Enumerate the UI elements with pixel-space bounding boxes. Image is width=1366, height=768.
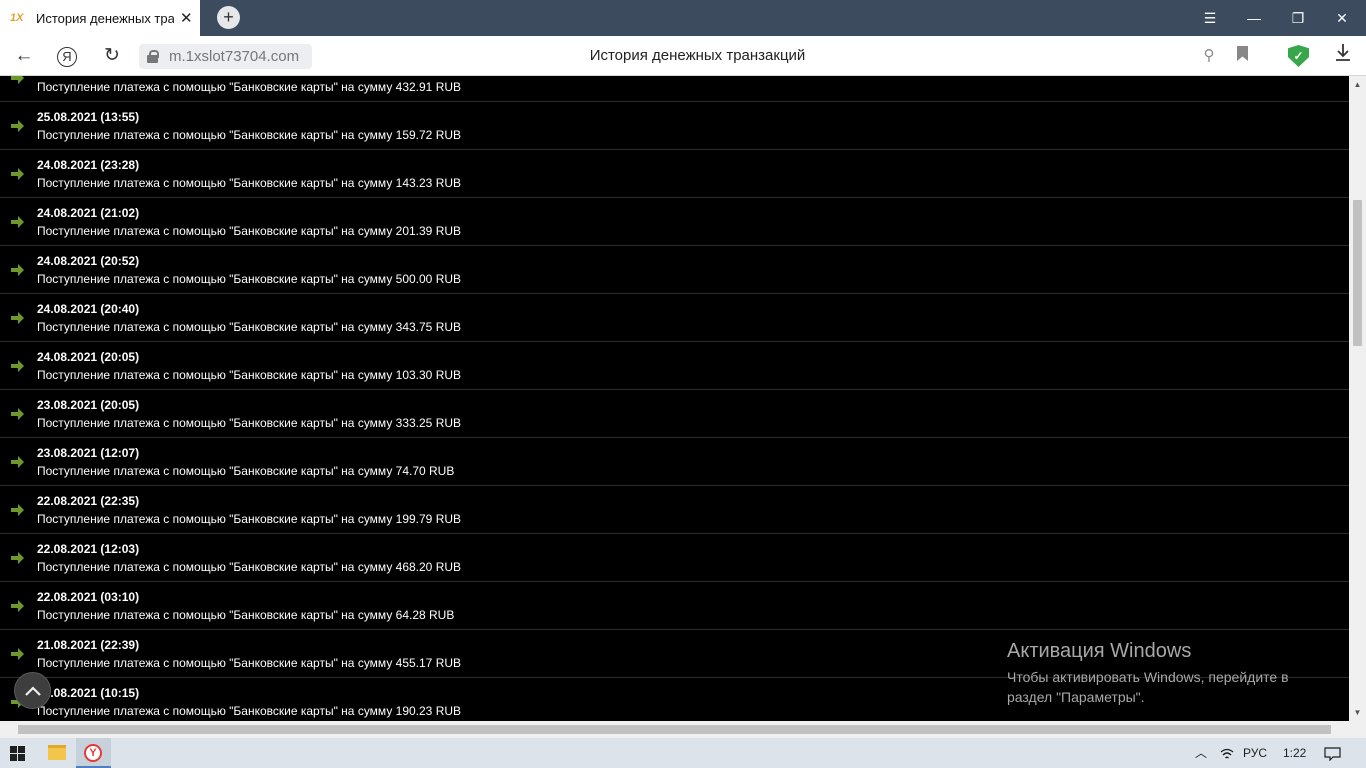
transaction-description: Поступление платежа с помощью "Банковски… (37, 320, 462, 334)
vertical-scrollbar[interactable]: ▲ ▼ (1349, 76, 1366, 721)
transaction-description: Поступление платежа с помощью "Банковски… (37, 512, 462, 526)
url-text: m.1xslot73704.com (169, 48, 300, 65)
arrow-right-icon (11, 312, 24, 324)
restore-button[interactable]: ❐ (1276, 0, 1320, 36)
tab-close-icon[interactable]: ✕ (180, 9, 193, 27)
arrow-right-icon (11, 552, 24, 564)
arrow-right-icon (11, 264, 24, 276)
watermark-line-2: раздел "Параметры". (1007, 689, 1145, 705)
downloads-icon[interactable] (1331, 44, 1355, 68)
clock[interactable]: 1:22 (1283, 738, 1306, 768)
transaction-date: 24.08.2021 (20:40) (37, 302, 140, 316)
scroll-up-arrow-icon[interactable]: ▲ (1349, 76, 1366, 93)
transaction-row: 22.08.2021 (03:10) Поступление платежа с … (0, 582, 1349, 630)
transaction-description: Поступление платежа с помощью "Банковски… (37, 176, 462, 190)
arrow-right-icon (11, 216, 24, 228)
transaction-date: 22.08.2021 (03:10) (37, 590, 140, 604)
arrow-right-icon (11, 76, 24, 84)
taskbar: Y ︿ РУС 1:22 (0, 738, 1366, 768)
yandex-browser-icon: Y (84, 744, 102, 762)
transaction-date: 24.08.2021 (20:52) (37, 254, 140, 268)
arrow-right-icon (11, 408, 24, 420)
taskbar-yandex-browser[interactable]: Y (76, 738, 111, 768)
transaction-description: Поступление платежа с помощью "Банковски… (37, 224, 462, 238)
transaction-row: 23.08.2021 (20:05) Поступление платежа с … (0, 390, 1349, 438)
site-favicon-icon: 1X (10, 12, 24, 24)
transaction-row: 25.08.2021 (19:01)Поступление платежа с … (0, 76, 1349, 102)
transaction-description: Поступление платежа с помощью "Банковски… (37, 464, 455, 478)
transaction-date: 24.08.2021 (23:28) (37, 158, 140, 172)
notifications-icon[interactable] (1324, 738, 1341, 768)
arrow-right-icon (11, 600, 24, 612)
transaction-description: Поступление платежа с помощью "Банковски… (37, 272, 462, 286)
transaction-row: 22.08.2021 (22:35) Поступление платежа с … (0, 486, 1349, 534)
watermark-title: Активация Windows (1007, 640, 1192, 662)
transaction-row: 24.08.2021 (20:05) Поступление платежа с … (0, 342, 1349, 390)
transaction-date: 21.08.2021 (22:39) (37, 638, 140, 652)
transaction-date: 24.08.2021 (21:02) (37, 206, 140, 220)
transaction-date: 23.08.2021 (12:07) (37, 446, 140, 460)
language-indicator[interactable]: РУС (1243, 738, 1267, 768)
back-button[interactable]: ← (12, 44, 36, 68)
reload-button[interactable]: ↻ (100, 44, 124, 68)
transaction-description: Поступление платежа с помощью "Банковски… (37, 80, 462, 94)
transaction-description: Поступление платежа с помощью "Банковски… (37, 416, 462, 430)
arrow-right-icon (11, 168, 24, 180)
transaction-description: Поступление платежа с помощью "Банковски… (37, 704, 462, 718)
page-title: История денежных транзакций (589, 47, 806, 64)
arrow-right-icon (11, 504, 24, 516)
transaction-description: Поступление платежа с помощью "Банковски… (37, 560, 462, 574)
network-icon[interactable] (1220, 738, 1234, 768)
tab-strip: 1X История денежных тра ✕ + ☰ — ❐ ✕ (0, 0, 1366, 36)
url-field[interactable]: m.1xslot73704.com (139, 44, 312, 69)
transaction-description: Поступление платежа с помощью "Банковски… (37, 368, 462, 382)
bookmark-icon[interactable] (1230, 44, 1254, 68)
transaction-description: Поступление платежа с помощью "Банковски… (37, 608, 455, 622)
close-window-button[interactable]: ✕ (1320, 0, 1364, 36)
scroll-down-arrow-icon[interactable]: ▼ (1349, 704, 1366, 721)
transaction-list: 25.08.2021 (19:01)Поступление платежа с … (0, 76, 1349, 721)
minimize-button[interactable]: — (1232, 0, 1276, 36)
transaction-row: 22.08.2021 (12:03) Поступление платежа с … (0, 534, 1349, 582)
browser-menu-icon[interactable]: ☰ (1188, 0, 1232, 36)
protect-shield-icon[interactable]: ✓ (1288, 45, 1309, 67)
arrow-right-icon (11, 648, 24, 660)
transaction-date: 22.08.2021 (12:03) (37, 542, 140, 556)
transaction-date: 24.08.2021 (20:05) (37, 350, 140, 364)
arrow-right-icon (11, 456, 24, 468)
transaction-row: 24.08.2021 (23:28) Поступление платежа с … (0, 150, 1349, 198)
search-icon[interactable]: ⚲ (1197, 44, 1221, 68)
scroll-to-top-button[interactable] (14, 672, 51, 709)
arrow-right-icon (11, 120, 24, 132)
transaction-date: 25.08.2021 (13:55) (37, 110, 140, 124)
transaction-row: 24.08.2021 (20:40) Поступление платежа с … (0, 294, 1349, 342)
yandex-home-button[interactable]: Я (55, 44, 79, 68)
tray-chevron-up-icon[interactable]: ︿ (1195, 738, 1207, 768)
tab-active[interactable]: 1X История денежных тра ✕ (0, 0, 200, 36)
horizontal-scrollbar[interactable] (0, 721, 1349, 738)
transaction-description: Поступление платежа с помощью "Банковски… (37, 656, 462, 670)
windows-activation-watermark: Активация Windows Чтобы активировать Win… (1007, 640, 1289, 707)
transaction-row: 24.08.2021 (20:52) Поступление платежа с … (0, 246, 1349, 294)
vertical-scroll-thumb[interactable] (1353, 200, 1362, 346)
scrollbar-corner (1349, 721, 1366, 738)
horizontal-scroll-thumb[interactable] (18, 725, 1331, 734)
transaction-row: 24.08.2021 (21:02) Поступление платежа с … (0, 198, 1349, 246)
address-bar: ← Я ↻ m.1xslot73704.com История денежных… (0, 36, 1366, 76)
windows-start-icon[interactable] (10, 746, 26, 762)
transaction-row: 25.08.2021 (13:55) Поступление платежа с … (0, 102, 1349, 150)
watermark-line-1: Чтобы активировать Windows, перейдите в (1007, 669, 1289, 685)
file-explorer-icon[interactable] (48, 745, 66, 760)
transaction-date: 22.08.2021 (22:35) (37, 494, 140, 508)
transaction-description: Поступление платежа с помощью "Банковски… (37, 128, 462, 142)
new-tab-button[interactable]: + (217, 6, 240, 29)
transaction-row: 23.08.2021 (12:07) Поступление платежа с … (0, 438, 1349, 486)
arrow-right-icon (11, 360, 24, 372)
transaction-date: 23.08.2021 (20:05) (37, 398, 140, 412)
lock-icon (147, 50, 159, 63)
chevron-up-icon (24, 686, 41, 696)
tab-title: История денежных тра (36, 10, 174, 26)
transaction-date: 21.08.2021 (10:15) (37, 686, 140, 700)
